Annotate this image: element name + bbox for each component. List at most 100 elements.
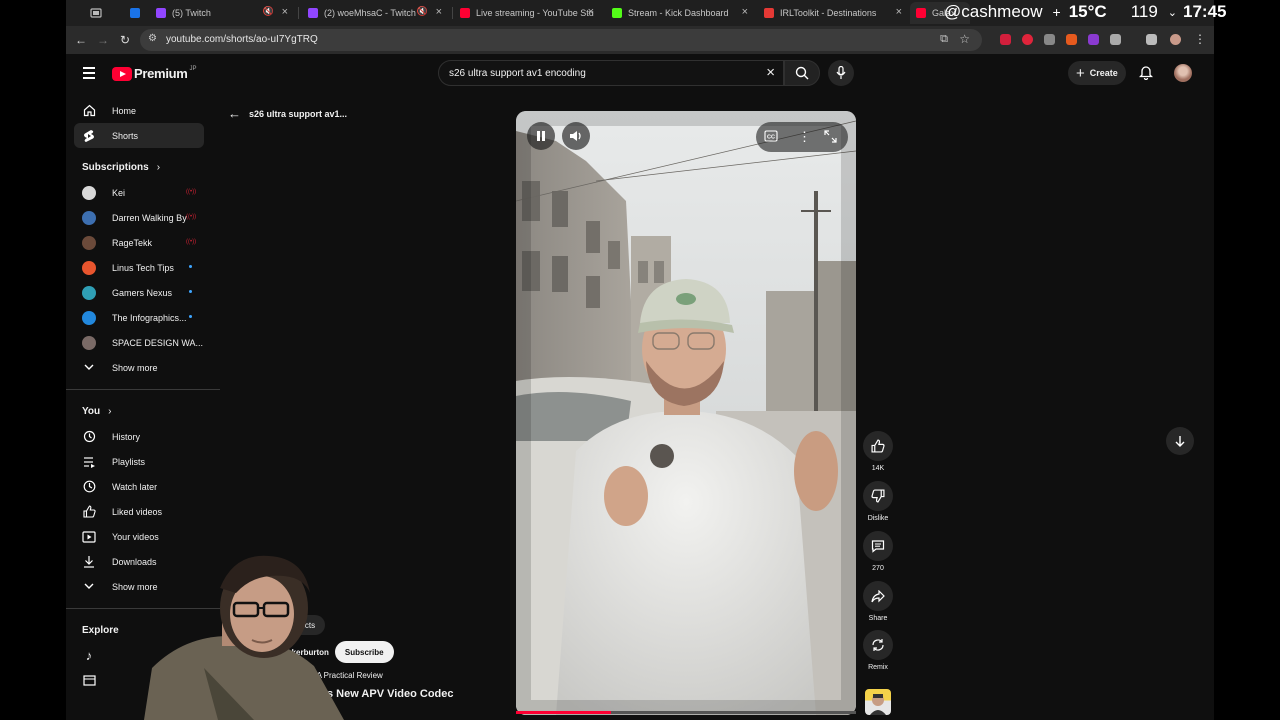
comments-button[interactable] xyxy=(863,531,893,561)
notifications-bell-icon[interactable] xyxy=(1139,65,1153,80)
tab-irltoolkit[interactable]: IRLToolkit - Destinations × xyxy=(758,2,908,24)
youtube-logo[interactable]: Premium JP xyxy=(112,66,197,81)
show-more-subscriptions[interactable]: Show more xyxy=(66,355,220,380)
sidebar-item-label: Liked videos xyxy=(112,506,163,517)
share-arrow-icon xyxy=(871,589,885,602)
sidebar-item-history[interactable]: History xyxy=(66,424,220,449)
pause-button[interactable] xyxy=(527,122,555,150)
share-button[interactable] xyxy=(863,581,893,611)
close-tab-icon[interactable]: × xyxy=(282,6,288,18)
favicon xyxy=(130,8,140,18)
shorts-back-link[interactable]: ← s26 ultra support av1... xyxy=(228,106,347,121)
back-icon[interactable]: ← xyxy=(72,31,90,49)
sidebar-subscription-item[interactable]: Linus Tech Tips xyxy=(66,255,220,280)
twitch-favicon xyxy=(156,8,166,18)
bookmark-star-icon[interactable]: ☆ xyxy=(959,32,970,46)
account-avatar[interactable] xyxy=(1174,64,1192,82)
music-note-icon: ♪ xyxy=(85,648,93,663)
sidebar-subscription-item[interactable]: SPACE DESIGN WA... xyxy=(66,330,220,355)
sidebar-subscription-item[interactable]: Darren Walking By ((•)) xyxy=(66,205,220,230)
voice-search-button[interactable] xyxy=(828,60,854,86)
channel-avatar xyxy=(82,235,96,250)
video-progress-bar[interactable] xyxy=(516,711,856,714)
history-icon xyxy=(82,430,96,444)
puzzle-extensions-icon[interactable] xyxy=(1110,34,1121,45)
tab-pinned[interactable] xyxy=(124,2,146,24)
like-button[interactable] xyxy=(863,431,893,461)
search-input[interactable]: s26 ultra support av1 encoding × xyxy=(438,60,784,86)
sidebar-subscription-item[interactable]: Kei ((•)) xyxy=(66,180,220,205)
menu-kebab-icon[interactable]: ⋮ xyxy=(1194,32,1206,46)
you-heading[interactable]: You › xyxy=(66,399,220,424)
extension-icon[interactable] xyxy=(1022,34,1033,45)
sidebar-item-your-videos[interactable]: Your videos xyxy=(66,524,220,549)
tab-twitch[interactable]: (5) Twitch 🔇 × xyxy=(150,2,294,24)
profile-avatar[interactable] xyxy=(1170,34,1181,45)
reload-icon[interactable]: ↻ xyxy=(116,31,134,49)
create-label: Create xyxy=(1089,68,1118,78)
channel-avatar xyxy=(82,285,96,300)
download-icon xyxy=(82,555,96,569)
address-bar[interactable]: ⚙ youtube.com/shorts/ao-uI7YgTRQ ⧉ ☆ xyxy=(140,29,982,51)
close-tab-icon[interactable]: × xyxy=(436,6,442,18)
extension-icon[interactable] xyxy=(1088,34,1099,45)
thumbs-down-icon xyxy=(871,489,885,503)
next-short-button[interactable] xyxy=(1166,427,1194,455)
pause-icon xyxy=(537,131,545,141)
closed-captions-icon[interactable]: CC xyxy=(764,130,778,142)
chevron-down-icon[interactable]: ⌄ xyxy=(1168,6,1177,19)
tab-twitch-2[interactable]: (2) woeMhsaC - Twitch 🔇 × xyxy=(302,2,448,24)
sidebar-item-playlists[interactable]: Playlists xyxy=(66,449,220,474)
tab-group-icon[interactable] xyxy=(84,2,104,24)
site-info-icon[interactable]: ⚙ xyxy=(148,33,157,44)
sidebar-item-watch-later[interactable]: Watch later xyxy=(66,474,220,499)
plus-icon: + xyxy=(1076,64,1085,82)
chevron-right-icon: › xyxy=(156,162,161,173)
channel-avatar xyxy=(82,185,96,200)
dislike-button[interactable] xyxy=(863,481,893,511)
close-tab-icon[interactable]: × xyxy=(896,6,902,18)
sidebar-item-home[interactable]: Home xyxy=(66,98,220,123)
channel-thumbnail[interactable] xyxy=(865,689,891,715)
short-video-player[interactable] xyxy=(516,111,856,715)
close-tab-icon[interactable]: × xyxy=(588,6,594,18)
new-content-dot xyxy=(189,290,192,293)
sidebar-item-liked-videos[interactable]: Liked videos xyxy=(66,499,220,524)
sidebar-item-shorts[interactable]: Shorts xyxy=(74,123,204,148)
dislike-label: Dislike xyxy=(867,515,889,522)
clear-search-icon[interactable]: × xyxy=(766,64,775,81)
extension-icon[interactable] xyxy=(1044,34,1055,45)
channel-avatar xyxy=(82,260,96,275)
sidebar-subscription-item[interactable]: Gamers Nexus xyxy=(66,280,220,305)
tab-kick[interactable]: Stream - Kick Dashboard × xyxy=(606,2,754,24)
logo-text: Premium xyxy=(134,66,188,81)
reading-list-icon[interactable] xyxy=(1146,34,1157,45)
search-button[interactable] xyxy=(784,60,820,86)
remix-action: Remix xyxy=(863,630,893,671)
volume-button[interactable] xyxy=(562,122,590,150)
search-icon xyxy=(795,66,809,80)
more-options-icon[interactable]: ⋮ xyxy=(798,129,811,145)
extension-icon[interactable] xyxy=(1000,34,1011,45)
create-button[interactable]: + Create xyxy=(1068,61,1126,85)
subscriptions-heading[interactable]: Subscriptions › xyxy=(66,155,220,180)
tab-youtube-studio[interactable]: Live streaming - YouTube Stu × xyxy=(454,2,600,24)
channel-avatar xyxy=(82,210,96,225)
fullscreen-icon[interactable] xyxy=(824,130,837,143)
playlists-icon xyxy=(82,455,96,469)
new-tab-plus-icon[interactable]: + xyxy=(1053,4,1061,20)
extension-icon[interactable] xyxy=(1066,34,1077,45)
subscription-name: Linus Tech Tips xyxy=(112,262,174,273)
sidebar-subscription-item[interactable]: RageTekk ((•)) xyxy=(66,230,220,255)
dislike-action: Dislike xyxy=(863,481,893,522)
chevron-down-icon xyxy=(82,580,96,594)
install-icon[interactable]: ⧉ xyxy=(940,33,948,46)
remix-button[interactable] xyxy=(863,630,893,660)
menu-icon[interactable] xyxy=(83,67,95,82)
close-tab-icon[interactable]: × xyxy=(742,6,748,18)
sidebar-subscription-item[interactable]: The Infographics... xyxy=(66,305,220,330)
forward-icon[interactable]: → xyxy=(94,31,112,49)
remix-label: Remix xyxy=(868,664,888,671)
mute-icon[interactable]: 🔇 xyxy=(263,6,274,17)
mute-icon[interactable]: 🔇 xyxy=(417,6,428,17)
